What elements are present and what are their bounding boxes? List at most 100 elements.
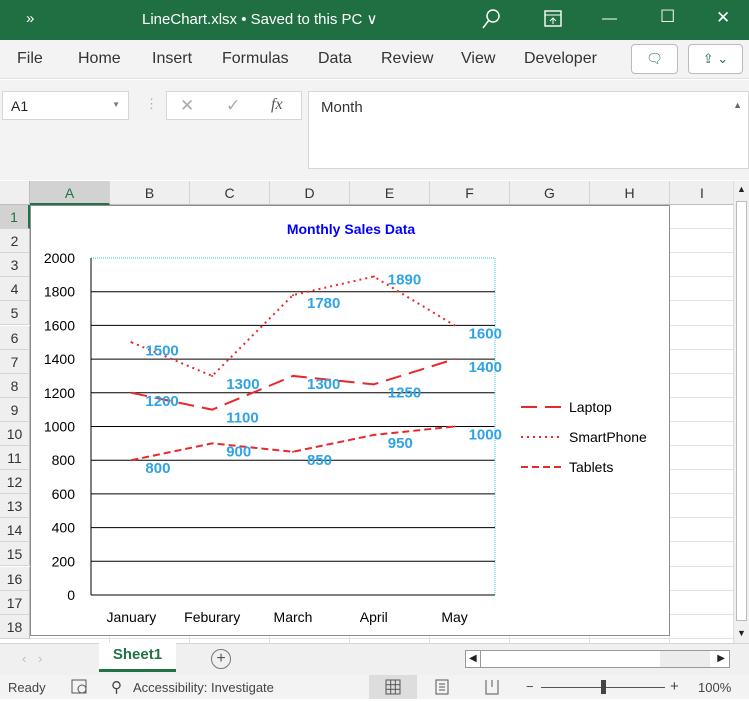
column-header-C[interactable]: C xyxy=(190,181,270,205)
name-box[interactable]: A1 ▼ xyxy=(2,91,129,120)
status-bar: Ready ⚲ Accessibility: Investigate − + 1… xyxy=(0,675,749,699)
sheet-tab-sheet1[interactable]: Sheet1 xyxy=(99,643,176,672)
tab-data[interactable]: Data xyxy=(318,50,352,68)
row-header-16[interactable]: 16 xyxy=(0,566,30,591)
tab-view[interactable]: View xyxy=(461,50,495,68)
tab-formulas[interactable]: Formulas xyxy=(222,50,289,68)
vertical-scrollbar[interactable]: ▲ ▼ xyxy=(733,181,749,643)
collapse-formula-icon[interactable]: ▲ xyxy=(733,100,742,110)
search-icon[interactable] xyxy=(480,8,502,30)
scroll-down-icon[interactable]: ▼ xyxy=(737,628,746,638)
y-tick-label: 1200 xyxy=(44,385,75,401)
zoom-out-button[interactable]: − xyxy=(526,679,534,694)
drag-handle[interactable]: ⋮ xyxy=(145,96,158,112)
row-header-18[interactable]: 18 xyxy=(0,614,30,639)
y-tick-label: 1000 xyxy=(44,419,75,435)
column-header-A[interactable]: A xyxy=(30,181,110,205)
column-header-H[interactable]: H xyxy=(590,181,670,205)
row-header-2[interactable]: 2 xyxy=(0,229,30,254)
scroll-up-icon[interactable]: ▲ xyxy=(737,184,746,194)
macro-recording-icon[interactable] xyxy=(71,679,89,695)
row-header-7[interactable]: 7 xyxy=(0,349,30,374)
data-point xyxy=(372,275,375,278)
data-point xyxy=(211,408,214,411)
tab-review[interactable]: Review xyxy=(381,50,433,68)
column-header-D[interactable]: D xyxy=(270,181,350,205)
zoom-in-button[interactable]: + xyxy=(670,678,679,695)
accessibility-icon[interactable]: ⚲ xyxy=(111,678,122,696)
row-header-5[interactable]: 5 xyxy=(0,301,30,326)
data-point xyxy=(292,294,294,297)
ribbon-display-icon[interactable] xyxy=(544,10,562,28)
insert-function-icon[interactable]: fx xyxy=(271,96,283,114)
data-label: 1780 xyxy=(307,295,340,312)
next-sheet-icon[interactable]: › xyxy=(38,651,42,666)
y-tick-label: 1400 xyxy=(44,351,75,367)
column-header-F[interactable]: F xyxy=(430,181,510,205)
row-header-8[interactable]: 8 xyxy=(0,373,30,398)
scroll-track[interactable] xyxy=(660,651,710,667)
legend-label: SmartPhone xyxy=(569,429,647,445)
data-point xyxy=(130,459,133,462)
page-break-preview-icon[interactable] xyxy=(484,679,500,695)
column-header-E[interactable]: E xyxy=(350,181,430,205)
column-header-B[interactable]: B xyxy=(110,181,190,205)
enter-icon[interactable]: ✓ xyxy=(226,96,240,116)
data-label: 850 xyxy=(307,452,332,469)
comments-button[interactable]: 🗨 xyxy=(631,44,678,74)
row-header-14[interactable]: 14 xyxy=(0,518,30,543)
row-header-1[interactable]: 1 xyxy=(0,205,30,229)
page-layout-icon[interactable] xyxy=(434,679,450,695)
row-header-6[interactable]: 6 xyxy=(0,325,30,350)
zoom-slider-thumb[interactable] xyxy=(601,680,606,694)
close-button[interactable]: ✕ xyxy=(716,8,730,28)
row-header-17[interactable]: 17 xyxy=(0,590,30,615)
normal-view-button[interactable] xyxy=(369,675,417,699)
data-point xyxy=(372,433,375,436)
data-label: 1200 xyxy=(145,393,178,410)
formula-input[interactable]: Month ▲ xyxy=(308,91,749,169)
row-header-3[interactable]: 3 xyxy=(0,253,30,278)
maximize-button[interactable]: ☐ xyxy=(660,7,675,27)
y-tick-label: 2000 xyxy=(44,250,75,266)
quick-access-overflow[interactable]: » xyxy=(26,10,34,27)
row-header-15[interactable]: 15 xyxy=(0,542,30,567)
zoom-level[interactable]: 100% xyxy=(698,680,731,695)
line-chart[interactable]: Monthly Sales Data 0 200 400 600 800 1000 1200… xyxy=(30,205,670,636)
horizontal-scrollbar[interactable]: ◀ ▶ xyxy=(465,650,730,668)
row-header-10[interactable]: 10 xyxy=(0,421,30,446)
share-button[interactable]: ⇪ ⌄ xyxy=(688,44,743,74)
data-label: 1500 xyxy=(145,342,178,359)
prev-sheet-icon[interactable]: ‹ xyxy=(22,651,26,666)
add-sheet-button[interactable]: + xyxy=(211,649,231,669)
row-header-11[interactable]: 11 xyxy=(0,446,30,470)
cancel-icon[interactable]: ✕ xyxy=(180,96,194,116)
y-tick-label: 600 xyxy=(52,486,76,502)
data-point xyxy=(292,450,294,453)
row-header-12[interactable]: 12 xyxy=(0,470,30,495)
column-header-I[interactable]: I xyxy=(670,181,735,205)
tab-file[interactable]: File xyxy=(17,50,43,68)
scroll-thumb[interactable] xyxy=(736,201,747,621)
column-header-G[interactable]: G xyxy=(510,181,590,205)
x-tick-label: January xyxy=(106,609,156,625)
y-tick-label: 400 xyxy=(52,520,76,536)
row-header-4[interactable]: 4 xyxy=(0,277,30,302)
scroll-left-icon[interactable]: ◀ xyxy=(469,653,477,664)
legend-label: Laptop xyxy=(569,399,612,415)
minimize-button[interactable]: — xyxy=(602,10,617,27)
chart-title[interactable]: Monthly Sales Data xyxy=(287,221,416,237)
tab-insert[interactable]: Insert xyxy=(152,50,192,68)
x-tick-label: March xyxy=(274,609,313,625)
tab-developer[interactable]: Developer xyxy=(524,50,597,68)
document-title[interactable]: LineChart.xlsx • Saved to this PC ∨ xyxy=(142,10,378,28)
chevron-down-icon[interactable]: ▼ xyxy=(112,100,120,109)
select-all-button[interactable] xyxy=(0,181,30,205)
y-tick-label: 1800 xyxy=(44,284,75,300)
tab-home[interactable]: Home xyxy=(78,50,121,68)
data-label: 1300 xyxy=(307,376,340,393)
row-header-13[interactable]: 13 xyxy=(0,494,30,519)
row-header-9[interactable]: 9 xyxy=(0,397,30,422)
accessibility-status[interactable]: Accessibility: Investigate xyxy=(133,680,274,695)
scroll-right-icon[interactable]: ▶ xyxy=(717,653,725,664)
